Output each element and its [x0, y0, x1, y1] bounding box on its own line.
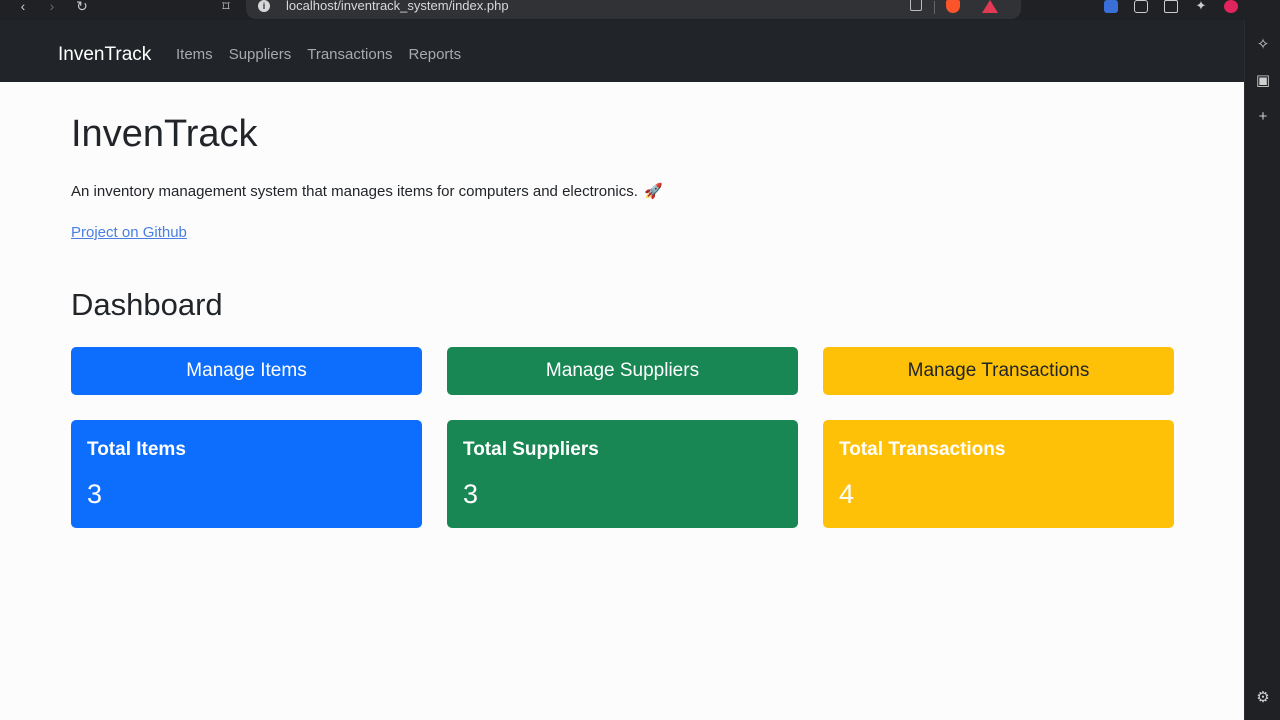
url-text[interactable]: localhost/inventrack_system/index.php	[286, 0, 509, 13]
manage-items-button[interactable]: Manage Items	[71, 347, 422, 395]
reading-list-icon[interactable]: ▣	[1255, 73, 1271, 89]
forward-icon[interactable]: ›	[44, 0, 60, 14]
bookmark-icon[interactable]: ⌑	[218, 0, 234, 14]
puzzle-icon[interactable]	[1134, 0, 1148, 13]
sparkle-icon[interactable]: ✦	[1194, 0, 1208, 13]
profile-avatar-icon[interactable]	[1224, 0, 1238, 13]
rocket-icon: 🚀	[643, 183, 663, 200]
manage-transactions-button[interactable]: Manage Transactions	[823, 347, 1174, 395]
navbar-brand[interactable]: InvenTrack	[58, 44, 151, 66]
card-value: 4	[839, 479, 855, 509]
nav-item-reports[interactable]: Reports	[409, 46, 462, 64]
total-suppliers-card: Total Suppliers 3	[447, 420, 798, 528]
page-title: InvenTrack	[71, 113, 258, 155]
page-description: An inventory management system that mana…	[71, 182, 663, 202]
leo-ai-icon[interactable]: ✧	[1255, 37, 1271, 53]
total-transactions-card: Total Transactions 4	[823, 420, 1174, 528]
card-title: Total Transactions	[839, 439, 1006, 460]
sidebar-toggle-icon[interactable]	[1164, 0, 1178, 13]
card-value: 3	[463, 479, 479, 509]
card-value: 3	[87, 479, 103, 509]
reload-icon[interactable]: ↻	[74, 0, 90, 14]
card-title: Total Suppliers	[463, 439, 599, 460]
address-divider	[934, 1, 935, 14]
manage-suppliers-button[interactable]: Manage Suppliers	[447, 347, 798, 395]
total-items-card: Total Items 3	[71, 420, 422, 528]
nav-item-items[interactable]: Items	[176, 46, 213, 64]
dashboard-title: Dashboard	[71, 287, 223, 322]
back-icon[interactable]: ‹	[15, 0, 31, 14]
browser-toolbar: ‹ › ↻ ⌑ i localhost/inventrack_system/in…	[0, 0, 1280, 20]
add-icon[interactable]: +	[1255, 109, 1271, 125]
info-icon[interactable]: i	[258, 0, 270, 12]
brave-shield-icon[interactable]	[946, 0, 960, 13]
nav-item-suppliers[interactable]: Suppliers	[229, 46, 292, 64]
nav-item-transactions[interactable]: Transactions	[307, 46, 392, 64]
nav-links: Items Suppliers Transactions Reports	[176, 46, 461, 64]
github-link[interactable]: Project on Github	[71, 223, 187, 243]
settings-icon[interactable]: ⚙	[1255, 690, 1271, 706]
description-text: An inventory management system that mana…	[71, 183, 638, 200]
extension-icon[interactable]	[1104, 0, 1118, 13]
app-navbar: InvenTrack Items Suppliers Transactions …	[0, 20, 1244, 82]
share-icon[interactable]	[910, 0, 922, 11]
browser-sidebar: ✧ ▣ + ⚙	[1244, 20, 1280, 720]
brave-rewards-icon[interactable]	[982, 0, 998, 13]
address-bar[interactable]: i localhost/inventrack_system/index.php	[246, 0, 1021, 19]
card-title: Total Items	[87, 439, 186, 460]
